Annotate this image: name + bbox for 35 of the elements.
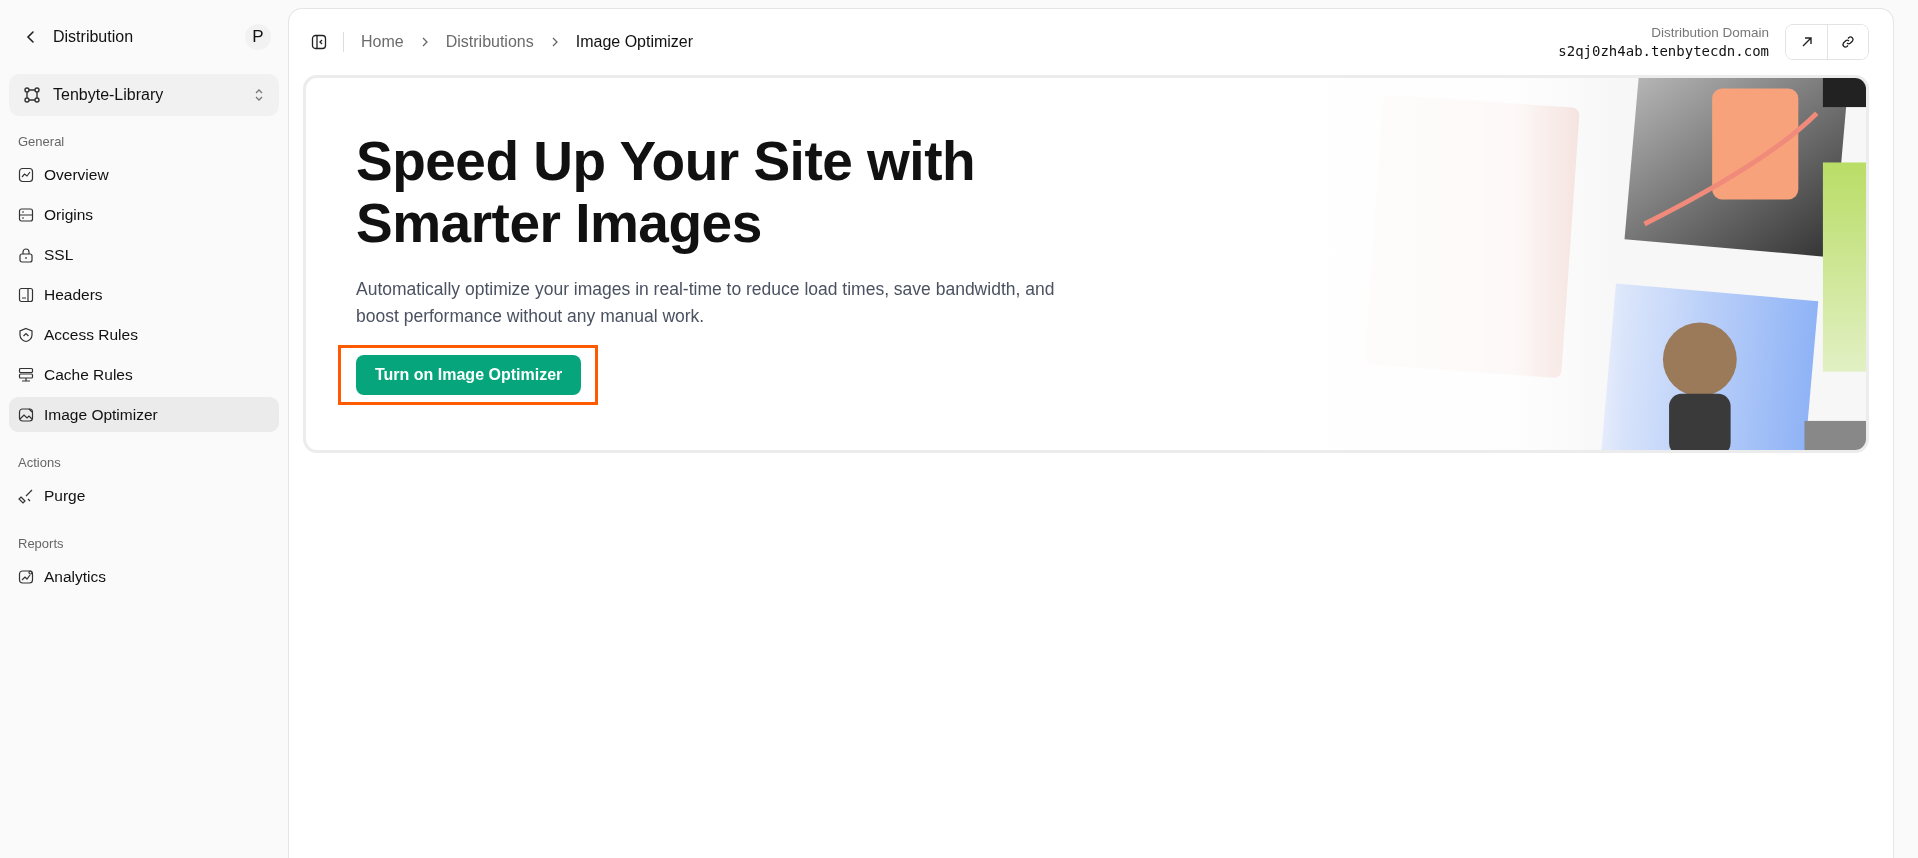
nav-item[interactable]: Cache Rules xyxy=(9,357,279,392)
hero-description: Automatically optimize your images in real-time to reduce load times, save bandwidth, and boost performance without any manual work. xyxy=(356,278,1056,329)
group-label: Actions xyxy=(17,454,62,472)
breadcrumb-link[interactable]: Home xyxy=(361,33,404,51)
nav-item[interactable]: Image Optimizer xyxy=(9,397,279,432)
chevron-updown-icon xyxy=(253,87,265,103)
shield-icon xyxy=(18,326,34,343)
breadcrumb-link[interactable]: Distributions xyxy=(445,33,534,51)
sidebar-toggle-icon[interactable] xyxy=(311,34,327,50)
nodes-icon xyxy=(23,86,41,104)
nav-item[interactable]: Purge xyxy=(9,478,279,513)
chart-icon xyxy=(18,166,34,183)
lock-icon xyxy=(18,246,34,263)
nav-item[interactable]: Overview xyxy=(9,157,279,192)
panel-icon xyxy=(18,286,34,303)
nav-item[interactable]: SSL xyxy=(9,237,279,272)
domain-value: s2qj0zh4ab.tenbytecdn.com xyxy=(1558,43,1769,59)
group-label: Reports xyxy=(17,535,65,553)
nav-item[interactable]: Origins xyxy=(9,197,279,232)
project-switcher[interactable]: Tenbyte-Library xyxy=(9,74,279,116)
nav-item[interactable]: Analytics xyxy=(9,559,279,594)
server-stack-icon xyxy=(18,366,34,383)
avatar[interactable]: P xyxy=(245,24,271,50)
analytics-icon xyxy=(18,568,34,585)
hero-title: Speed Up Your Site with Smarter Images xyxy=(356,130,977,255)
sidebar-title: Distribution xyxy=(53,28,135,46)
copy-link-button[interactable] xyxy=(1827,25,1868,59)
domain-label: Distribution Domain xyxy=(1651,25,1769,40)
nav-item[interactable]: Headers xyxy=(9,277,279,312)
image-edit-icon xyxy=(18,406,34,423)
breadcrumb-link[interactable]: Image Optimizer xyxy=(575,33,694,51)
group-label: General xyxy=(17,133,66,151)
link-icon xyxy=(1841,35,1855,49)
nav-item[interactable]: Access Rules xyxy=(9,317,279,352)
server-icon xyxy=(18,206,34,223)
